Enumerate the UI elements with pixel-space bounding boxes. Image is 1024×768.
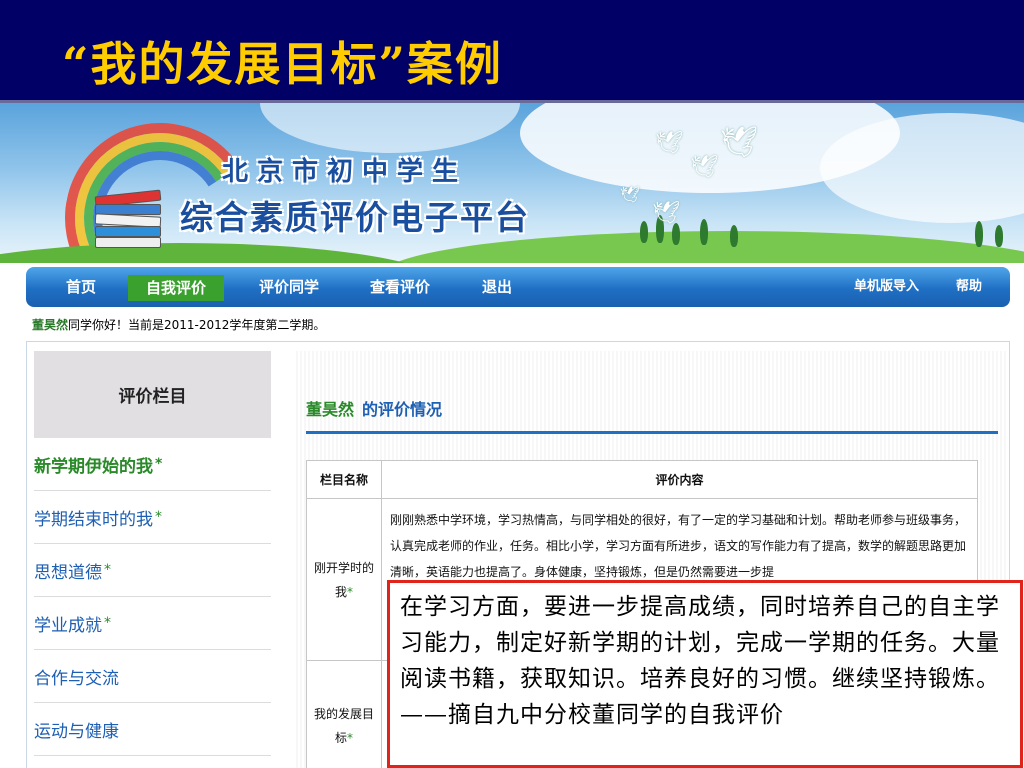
required-star: * bbox=[155, 509, 162, 525]
callout-text: 在学习方面，要进一步提高成绩，同时培养自己的自主学习能力，制定好新学期的计划，完… bbox=[400, 594, 1000, 728]
content-divider bbox=[306, 431, 998, 434]
dove-icon: 🕊 bbox=[720, 125, 759, 160]
slide-header: “我的发展目标”案例 bbox=[0, 0, 1024, 103]
content-student-name: 董昊然 bbox=[306, 400, 355, 419]
sidebar-item-label: 运动与健康 bbox=[34, 721, 119, 742]
sidebar-item-label: 学业成就 bbox=[34, 615, 102, 636]
main-nav: 首页 自我评价 评价同学 查看评价 退出 单机版导入 帮助 bbox=[26, 267, 1010, 307]
sidebar-item-semester-end[interactable]: 学期结束时的我 * bbox=[34, 491, 271, 544]
platform-banner: 🕊 🕊 🕊 🕊 🕊 北京市初中学生 综合素质评价电子平台 bbox=[0, 103, 1024, 263]
table-header-row: 栏目名称 评价内容 bbox=[306, 460, 978, 499]
dove-icon: 🕊 bbox=[655, 131, 683, 156]
sidebar-item-cooperation[interactable]: 合作与交流 bbox=[34, 650, 271, 703]
sidebar-item-academic[interactable]: 学业成就 * bbox=[34, 597, 271, 650]
table-cell-name: 我的发展目标* bbox=[306, 660, 382, 768]
required-star: * bbox=[155, 456, 163, 472]
required-star: * bbox=[347, 584, 353, 599]
table-header-column-name: 栏目名称 bbox=[306, 460, 382, 499]
sidebar-item-new-semester[interactable]: 新学期伊始的我 * bbox=[34, 438, 271, 491]
required-star: * bbox=[347, 730, 353, 745]
evaluation-sidebar: 评价栏目 新学期伊始的我 * 学期结束时的我 * 思想道德 * 学业成就 * 合作与交流… bbox=[34, 351, 271, 768]
sidebar-item-label: 新学期伊始的我 bbox=[34, 456, 153, 477]
required-star: * bbox=[104, 562, 111, 578]
nav-evaluate-classmates[interactable]: 评价同学 bbox=[259, 267, 319, 307]
content-title: 董昊然 的评价情况 bbox=[306, 396, 442, 420]
row-name-label: 我的发展目标 bbox=[313, 706, 374, 745]
greeting-line: 董昊然同学你好！当前是2011-2012学年度第二学期。 bbox=[32, 316, 325, 333]
greeting-student-name: 董昊然 bbox=[32, 318, 69, 332]
nav-self-evaluation[interactable]: 自我评价 bbox=[128, 275, 225, 301]
sidebar-header: 评价栏目 bbox=[34, 351, 271, 438]
banner-title-line1: 北京市初中学生 bbox=[222, 157, 468, 187]
banner-title-line2: 综合素质评价电子平台 bbox=[180, 198, 530, 237]
slide-title: “我的发展目标”案例 bbox=[62, 37, 503, 91]
table-cell-name: 刚开学时的我* bbox=[306, 498, 382, 661]
dove-icon: 🕊 bbox=[620, 185, 641, 204]
required-star: * bbox=[104, 615, 111, 631]
quote-callout: 在学习方面，要进一步提高成绩，同时培养自己的自主学习能力，制定好新学期的计划，完… bbox=[387, 580, 1023, 768]
sidebar-item-morality[interactable]: 思想道德 * bbox=[34, 544, 271, 597]
greeting-text: 同学你好！当前是2011-2012学年度第二学期。 bbox=[68, 318, 326, 332]
nav-help[interactable]: 帮助 bbox=[956, 267, 982, 307]
sidebar-item-label: 合作与交流 bbox=[34, 668, 119, 689]
table-header-content: 评价内容 bbox=[381, 460, 978, 499]
dove-icon: 🕊 bbox=[690, 155, 718, 180]
dove-icon: 🕊 bbox=[652, 201, 680, 226]
books-icon bbox=[94, 189, 165, 251]
row-name-label: 刚开学时的我 bbox=[313, 560, 374, 599]
nav-logout[interactable]: 退出 bbox=[482, 267, 512, 307]
sidebar-item-label: 学期结束时的我 bbox=[34, 509, 153, 530]
sidebar-item-label: 思想道德 bbox=[34, 562, 102, 583]
content-title-suffix: 的评价情况 bbox=[362, 400, 443, 419]
nav-home[interactable]: 首页 bbox=[66, 267, 96, 307]
nav-view-evaluations[interactable]: 查看评价 bbox=[370, 267, 430, 307]
sidebar-item-sports-health[interactable]: 运动与健康 bbox=[34, 703, 271, 756]
nav-offline-import[interactable]: 单机版导入 bbox=[854, 267, 919, 307]
